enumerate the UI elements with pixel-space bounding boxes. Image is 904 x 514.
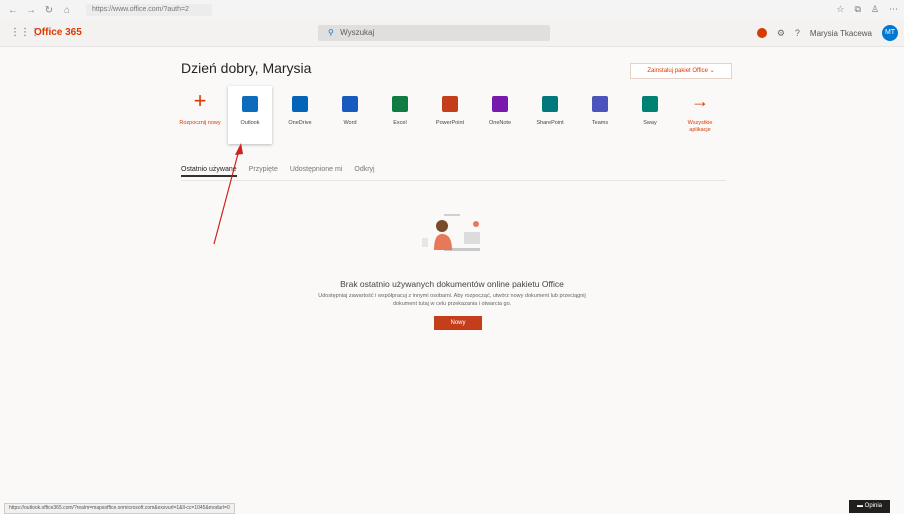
feedback-label: Opinia xyxy=(864,503,882,509)
chat-icon: ▬ xyxy=(856,503,865,509)
feedback-button[interactable]: ▬ Opinia xyxy=(848,500,890,513)
status-url: https://outlook.office365.com/?realm=map… xyxy=(4,503,235,514)
annotation-arrow xyxy=(213,143,243,245)
